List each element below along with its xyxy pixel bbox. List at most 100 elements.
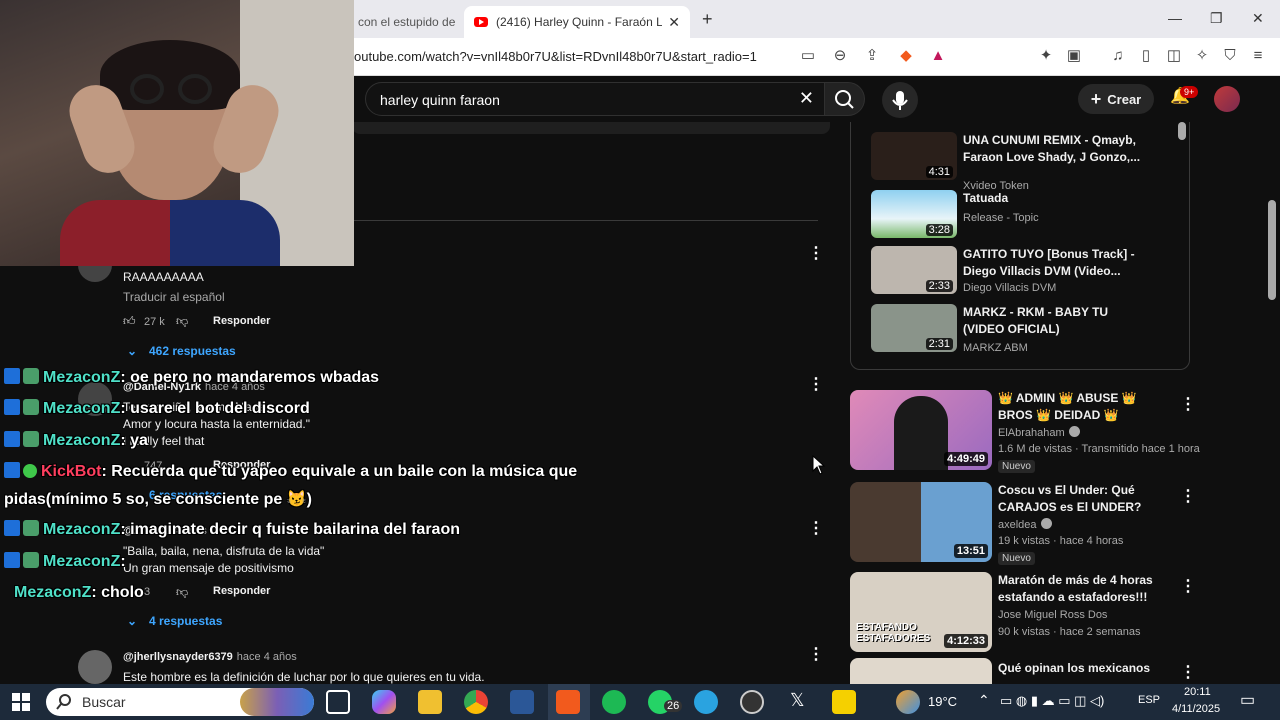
task-view-icon[interactable] bbox=[326, 690, 350, 714]
comment-username[interactable]: @jherllysnayder6379 hace 4 años bbox=[123, 651, 297, 663]
tab-active[interactable]: (2416) Harley Quinn - Faraón Lo ✕ bbox=[464, 6, 690, 38]
comment-text: "Baila, baila, nena, disfruta de la vida… bbox=[123, 544, 325, 558]
tab-inactive[interactable]: con el estupido de bbox=[352, 6, 460, 38]
extensions-icon[interactable]: ✦ bbox=[1036, 46, 1056, 66]
chat-badge-icon bbox=[4, 552, 20, 568]
chevron-down-icon[interactable]: ⌄ bbox=[127, 614, 137, 628]
tray-icons[interactable]: ▭ ◍ ▮ ☁ ▭ ◫ ◁) bbox=[1000, 693, 1104, 709]
menu-icon[interactable]: ≡ bbox=[1248, 46, 1268, 66]
language-indicator[interactable]: ESP bbox=[1138, 694, 1160, 706]
comment-menu-icon[interactable]: ⋮ bbox=[808, 521, 824, 537]
share-icon[interactable]: ⇪ bbox=[862, 46, 882, 66]
file-explorer-icon[interactable] bbox=[418, 690, 442, 714]
comment-menu-icon[interactable]: ⋮ bbox=[808, 377, 824, 393]
brave-shield-icon[interactable]: ◆ bbox=[896, 46, 916, 66]
replies-toggle[interactable]: 4 respuestas bbox=[149, 614, 222, 628]
chevron-down-icon[interactable]: ⌄ bbox=[127, 344, 137, 358]
channel-name[interactable]: axeldea bbox=[998, 518, 1052, 531]
recommended-video[interactable]: ESTAFANDO ESTAFADORES 4:12:33 Maratón de… bbox=[850, 572, 1196, 656]
video-meta: 1.6 M de vistas · Transmitido hace 1 hor… bbox=[998, 443, 1200, 455]
leo-icon[interactable]: ✧ bbox=[1192, 46, 1212, 66]
plus-icon: + bbox=[1090, 88, 1102, 109]
playlist-channel: MARKZ ABM bbox=[963, 342, 1028, 354]
translate-link[interactable]: Traducir al español bbox=[123, 290, 225, 304]
comment-text: RAAAAAAAAA bbox=[123, 270, 204, 284]
commenter-avatar[interactable] bbox=[78, 650, 112, 684]
url-text[interactable]: outube.com/watch?v=vnIl48b0r7U&list=RDvn… bbox=[354, 49, 757, 64]
notification-center-icon[interactable]: ▭ bbox=[1240, 690, 1255, 710]
restore-icon[interactable]: ❐ bbox=[1210, 10, 1223, 27]
taskbar-search[interactable]: Buscar bbox=[46, 688, 314, 716]
chevron-up-icon[interactable]: ⌃ bbox=[978, 692, 990, 709]
voice-search-button[interactable] bbox=[882, 82, 918, 118]
recommended-video[interactable]: Qué opinan los mexicanos ⋮ bbox=[850, 658, 1190, 684]
close-tab-icon[interactable]: ✕ bbox=[668, 14, 680, 31]
brave-icon[interactable] bbox=[556, 690, 580, 714]
tab-title: (2416) Harley Quinn - Faraón Lo bbox=[496, 15, 663, 29]
playlist-title: UNA CUNUMI REMIX - Qmayb, Faraon Love Sh… bbox=[963, 133, 1141, 164]
comment-menu-icon[interactable]: ⋮ bbox=[808, 246, 824, 262]
chat-badge-icon bbox=[23, 399, 39, 415]
new-tab-button[interactable]: + bbox=[702, 9, 713, 30]
comment-text: Un gran mensaje de positivismo bbox=[123, 561, 294, 575]
channel-name[interactable]: ElAbrahaham bbox=[998, 426, 1080, 439]
recommended-video[interactable]: 13:51 Coscu vs El Under: Qué CARAJOS es … bbox=[850, 482, 1196, 566]
wallet-icon[interactable]: ◫ bbox=[1164, 46, 1184, 66]
obs-icon[interactable] bbox=[740, 690, 764, 714]
search-button[interactable] bbox=[825, 82, 865, 116]
new-badge: Nuevo bbox=[998, 460, 1035, 473]
recommended-video[interactable]: 4:49:49 👑 ADMIN 👑 ABUSE 👑 BROS 👑 DEIDAD … bbox=[850, 390, 1200, 474]
copilot-icon[interactable] bbox=[372, 690, 396, 714]
video-title: Qué opinan los mexicanos bbox=[998, 661, 1151, 675]
duration-badge: 3:28 bbox=[925, 224, 953, 236]
sticky-notes-icon[interactable] bbox=[832, 690, 856, 714]
playlist-item[interactable]: 2:33 GATITO TUYO [Bonus Track] - Diego V… bbox=[871, 246, 1171, 302]
video-meta: 19 k vistas · hace 4 horas bbox=[998, 535, 1124, 547]
webcam-glasses bbox=[178, 74, 212, 104]
playlist-item[interactable]: 4:31 UNA CUNUMI REMIX - Qmayb, Faraon Lo… bbox=[871, 132, 1171, 192]
reply-button[interactable]: Responder bbox=[213, 585, 270, 597]
dislike-icon[interactable]: 👎︎ bbox=[176, 314, 188, 329]
replies-toggle[interactable]: 462 respuestas bbox=[149, 344, 236, 358]
brave-rewards-icon[interactable]: ▲ bbox=[928, 46, 948, 66]
reply-button[interactable]: Responder bbox=[213, 315, 270, 327]
clear-search-icon[interactable]: ✕ bbox=[799, 88, 814, 109]
cast-icon[interactable]: ▭ bbox=[798, 46, 818, 66]
clock-time[interactable]: 20:11 bbox=[1184, 686, 1211, 698]
create-button[interactable]: + Crear bbox=[1078, 84, 1154, 114]
telegram-icon[interactable] bbox=[694, 690, 718, 714]
comment-menu-icon[interactable]: ⋮ bbox=[808, 647, 824, 663]
account-avatar[interactable] bbox=[1214, 86, 1240, 112]
close-window-icon[interactable]: ✕ bbox=[1252, 10, 1264, 27]
duration-badge: 13:51 bbox=[953, 544, 988, 558]
playlist-item[interactable]: 2:31 MARKZ - RKM - BABY TU (VIDEO OFICIA… bbox=[871, 304, 1171, 360]
video-menu-icon[interactable]: ⋮ bbox=[1180, 486, 1196, 506]
spotify-icon[interactable] bbox=[602, 690, 626, 714]
video-menu-icon[interactable]: ⋮ bbox=[1180, 662, 1190, 682]
chrome-icon[interactable] bbox=[464, 690, 488, 714]
dislike-icon[interactable]: 👎︎ bbox=[176, 585, 188, 600]
search-input[interactable]: harley quinn faraon bbox=[380, 92, 500, 108]
channel-name[interactable]: Jose Miguel Ross Dos bbox=[998, 609, 1107, 621]
word-icon[interactable] bbox=[510, 690, 534, 714]
duration-badge: 2:31 bbox=[925, 338, 953, 350]
tab-search-icon[interactable]: ▣ bbox=[1064, 46, 1084, 66]
video-menu-icon[interactable]: ⋮ bbox=[1180, 576, 1196, 596]
video-menu-icon[interactable]: ⋮ bbox=[1180, 394, 1196, 414]
windows-start-icon[interactable] bbox=[12, 693, 30, 711]
x-app-icon[interactable]: 𝕏 bbox=[790, 690, 805, 711]
page-scrollbar[interactable] bbox=[1268, 200, 1276, 300]
playlist-item[interactable]: 3:28 Tatuada Release - Topic bbox=[871, 190, 1171, 246]
clock-date[interactable]: 4/11/2025 bbox=[1172, 703, 1220, 715]
verified-icon bbox=[1040, 518, 1052, 529]
media-icon[interactable]: ♫ bbox=[1108, 46, 1128, 66]
zoom-icon[interactable]: ⊖ bbox=[830, 46, 850, 66]
search-box[interactable]: harley quinn faraon ✕ bbox=[365, 82, 825, 116]
vpn-icon[interactable]: ⛉ bbox=[1220, 46, 1240, 66]
weather-icon[interactable] bbox=[896, 690, 920, 714]
minimize-icon[interactable]: — bbox=[1168, 10, 1182, 26]
like-icon[interactable]: 👍︎ bbox=[123, 314, 136, 329]
sidebar-icon[interactable]: ▯ bbox=[1136, 46, 1156, 66]
comments-divider bbox=[352, 220, 818, 221]
playlist-scrollbar[interactable] bbox=[1178, 122, 1186, 140]
